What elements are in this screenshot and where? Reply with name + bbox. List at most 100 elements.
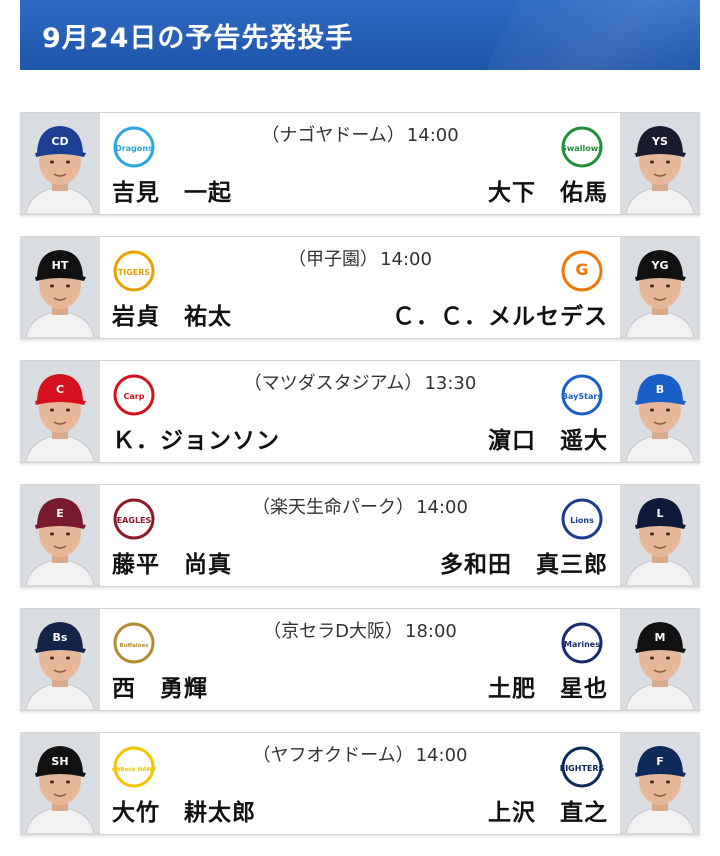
player-photo-away[interactable]: L (620, 485, 700, 586)
home-pitcher-name[interactable]: 吉見 一起 (112, 173, 232, 207)
team-emblem-icon: FIGHTERS (560, 746, 605, 788)
start-time: 14:00 (406, 125, 459, 146)
player-portrait-icon: E (20, 485, 100, 586)
svg-text:Marines: Marines (564, 640, 600, 649)
team-logo-away[interactable]: Lions (560, 497, 604, 541)
game-row[interactable]: Bs Buffaloes （京セラD大阪） 18:00 西 勇輝 土肥 星也 Ma… (20, 608, 700, 711)
svg-text:SoftBank HAWKS: SoftBank HAWKS (112, 767, 156, 773)
home-pitcher-name[interactable]: 大竹 耕太郎 (112, 793, 256, 827)
away-pitcher-name[interactable]: Ｃ．Ｃ．メルセデス (392, 297, 608, 331)
player-photo-away[interactable]: YG (620, 237, 700, 338)
game-row[interactable]: E EAGLES （楽天生命パーク） 14:00 藤平 尚真 多和田 真三郎 Li… (20, 484, 700, 587)
team-logo-away[interactable]: BayStars (560, 373, 604, 417)
venue-time: （甲子園） 14:00 (170, 245, 550, 271)
team-emblem-icon: SoftBank HAWKS (107, 746, 161, 788)
game-row[interactable]: CD Dragons （ナゴヤドーム） 14:00 吉見 一起 大下 佑馬 Swa… (20, 112, 700, 215)
svg-text:TIGERS: TIGERS (118, 268, 151, 277)
page-header: 9月24日の予告先発投手 (20, 0, 700, 70)
team-emblem-icon: EAGLES (113, 498, 155, 540)
game-row[interactable]: SH SoftBank HAWKS （ヤフオクドーム）14:00 大竹 耕太郎 … (20, 732, 700, 835)
player-portrait-icon: M (620, 609, 700, 710)
start-time: 13:30 (424, 373, 477, 394)
team-logo-away[interactable]: G (560, 249, 604, 293)
player-photo-home[interactable]: E (20, 485, 100, 586)
svg-text:C: C (56, 383, 64, 396)
svg-text:B: B (656, 383, 664, 396)
svg-text:E: E (56, 507, 64, 520)
svg-text:F: F (656, 755, 664, 768)
start-time: 14:00 (415, 745, 468, 766)
team-emblem-icon: Marines (561, 622, 603, 664)
svg-text:M: M (655, 631, 666, 644)
game-row[interactable]: C Carp （マツダスタジアム） 13:30 Ｋ．ジョンソン 濵口 遥大 Bay… (20, 360, 700, 463)
player-portrait-icon: C (20, 361, 100, 462)
player-portrait-icon: Bs (20, 609, 100, 710)
svg-text:Swallows: Swallows (561, 144, 603, 153)
game-list: CD Dragons （ナゴヤドーム） 14:00 吉見 一起 大下 佑馬 Swa… (20, 112, 700, 856)
home-pitcher-name[interactable]: 藤平 尚真 (112, 545, 232, 579)
team-logo-home[interactable]: EAGLES (112, 497, 156, 541)
venue-time: （楽天生命パーク） 14:00 (170, 493, 550, 519)
svg-text:Carp: Carp (124, 392, 145, 401)
svg-text:YG: YG (651, 259, 669, 272)
team-logo-home[interactable]: Dragons (112, 125, 156, 169)
svg-text:BayStars: BayStars (562, 392, 602, 401)
team-emblem-icon: Swallows (561, 126, 603, 168)
svg-text:Lions: Lions (570, 516, 594, 525)
away-pitcher-name[interactable]: 上沢 直之 (488, 793, 608, 827)
player-photo-home[interactable]: Bs (20, 609, 100, 710)
player-photo-home[interactable]: CD (20, 113, 100, 214)
venue-name: （楽天生命パーク） (252, 497, 415, 518)
home-pitcher-name[interactable]: 西 勇輝 (112, 669, 208, 703)
team-emblem-icon: Lions (561, 498, 603, 540)
team-emblem-icon: G (561, 250, 603, 292)
player-portrait-icon: SH (20, 733, 100, 834)
home-pitcher-name[interactable]: 岩貞 祐太 (112, 297, 232, 331)
team-logo-home[interactable]: SoftBank HAWKS (107, 745, 161, 789)
player-portrait-icon: F (620, 733, 700, 834)
venue-name: （ヤフオクドーム） (252, 745, 414, 766)
svg-text:YS: YS (651, 135, 668, 148)
player-photo-home[interactable]: HT (20, 237, 100, 338)
team-emblem-icon: TIGERS (113, 250, 155, 292)
svg-text:Dragons: Dragons (115, 144, 153, 153)
start-time: 18:00 (405, 621, 457, 642)
venue-name: （ナゴヤドーム） (261, 125, 405, 146)
away-pitcher-name[interactable]: 大下 佑馬 (488, 173, 608, 207)
svg-text:CD: CD (51, 135, 68, 148)
venue-name: （甲子園） (288, 249, 379, 270)
venue-time: （マツダスタジアム） 13:30 (170, 369, 550, 395)
player-photo-home[interactable]: SH (20, 733, 100, 834)
away-pitcher-name[interactable]: 多和田 真三郎 (440, 545, 608, 579)
team-logo-away[interactable]: FIGHTERS (560, 745, 605, 789)
svg-text:Buffaloes: Buffaloes (120, 643, 150, 649)
away-pitcher-name[interactable]: 濵口 遥大 (488, 421, 608, 455)
start-time: 14:00 (380, 249, 432, 270)
team-logo-home[interactable]: TIGERS (112, 249, 156, 293)
player-portrait-icon: B (620, 361, 700, 462)
away-pitcher-name[interactable]: 土肥 星也 (488, 669, 608, 703)
player-photo-away[interactable]: F (620, 733, 700, 834)
page-title: 9月24日の予告先発投手 (42, 22, 354, 54)
game-row[interactable]: HT TIGERS （甲子園）14:00 岩貞 祐太 Ｃ．Ｃ．メルセデス G (20, 236, 700, 339)
team-emblem-icon: Carp (113, 374, 155, 416)
player-portrait-icon: YG (620, 237, 700, 338)
team-logo-home[interactable]: Buffaloes (112, 621, 156, 665)
svg-text:FIGHTERS: FIGHTERS (560, 764, 604, 773)
player-photo-away[interactable]: YS (620, 113, 700, 214)
svg-text:HT: HT (52, 259, 69, 272)
player-photo-home[interactable]: C (20, 361, 100, 462)
home-pitcher-name[interactable]: Ｋ．ジョンソン (112, 421, 280, 455)
svg-text:SH: SH (51, 755, 68, 768)
team-logo-away[interactable]: Marines (560, 621, 604, 665)
team-logo-away[interactable]: Swallows (560, 125, 604, 169)
svg-text:EAGLES: EAGLES (117, 516, 152, 525)
player-photo-away[interactable]: M (620, 609, 700, 710)
player-photo-away[interactable]: B (620, 361, 700, 462)
player-portrait-icon: L (620, 485, 700, 586)
player-portrait-icon: YS (620, 113, 700, 214)
venue-time: （京セラD大阪） 18:00 (170, 617, 550, 643)
venue-name: （京セラD大阪） (263, 621, 403, 642)
team-logo-home[interactable]: Carp (112, 373, 156, 417)
team-emblem-icon: Buffaloes (113, 622, 155, 664)
